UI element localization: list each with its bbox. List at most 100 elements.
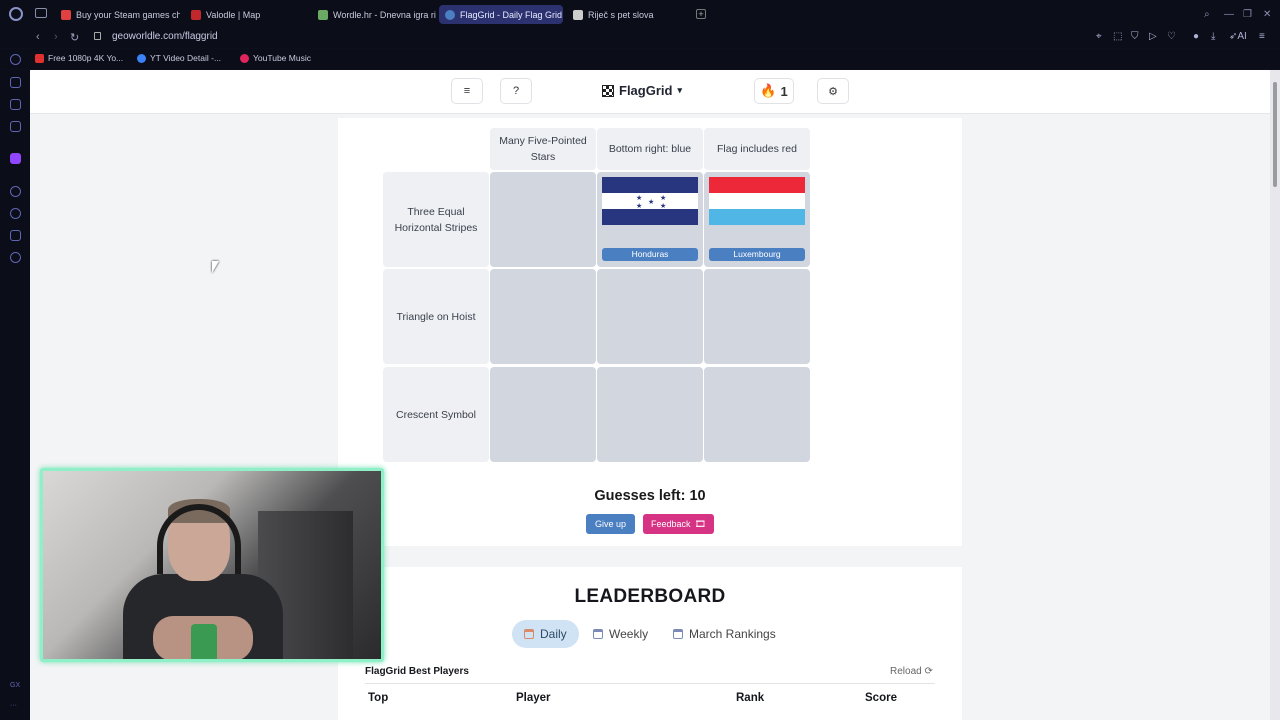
profile-icon[interactable]: ● <box>1193 31 1199 42</box>
guesses-left-label: Guesses left: 10 <box>594 488 706 504</box>
tab-march-rankings[interactable]: March Rankings <box>661 620 788 648</box>
sidebar-player-icon[interactable] <box>10 186 21 197</box>
sidebar-wallet-icon[interactable] <box>10 99 21 110</box>
tab-rijec[interactable]: Riječ s pet slova <box>567 5 691 24</box>
grid-cell-r1-c1[interactable] <box>490 172 596 267</box>
feedback-button[interactable]: Feedback 🎞 <box>643 514 714 534</box>
tab-title: Riječ s pet slova <box>588 9 654 20</box>
pin-icon[interactable]: ⌖ <box>1096 31 1102 42</box>
tab-valodle[interactable]: Valodle | Map <box>185 5 310 24</box>
streak-count: 1 <box>780 83 788 99</box>
search-icon[interactable]: ⌕ <box>1204 9 1210 20</box>
bookmark-youtube-music[interactable]: YouTube Music <box>240 53 311 63</box>
sidebar-settings-icon[interactable] <box>10 252 21 263</box>
sidebar-shop-icon[interactable] <box>10 77 21 88</box>
drink-can <box>191 624 217 659</box>
help-button[interactable]: ? <box>500 78 532 104</box>
grid-cell-r3-c3[interactable] <box>704 367 810 462</box>
row-header-three-stripes: Three Equal Horizontal Stripes <box>383 172 489 267</box>
steam-tab-icon <box>61 9 71 20</box>
grid-cell-r2-c2[interactable] <box>597 269 703 364</box>
leaderboard-panel: LEADERBOARD Daily Weekly March Rankings … <box>338 567 962 720</box>
svg-text:★: ★ <box>660 202 666 210</box>
answer-country-label: Honduras <box>602 248 698 261</box>
play-icon[interactable]: ▷ <box>1149 31 1157 42</box>
grid-cell-r1-c3[interactable]: Luxembourg <box>704 172 810 267</box>
url-field[interactable]: geoworldle.com/flaggrid <box>112 31 218 42</box>
give-up-button[interactable]: Give up <box>586 514 635 534</box>
grid-cell-r3-c1[interactable] <box>490 367 596 462</box>
row-header-triangle-hoist: Triangle on Hoist <box>383 269 489 364</box>
chevron-down-icon: ▾ <box>677 85 682 95</box>
valodle-tab-icon <box>191 9 201 20</box>
minimize-icon[interactable]: — <box>1224 9 1234 20</box>
divider <box>365 683 935 684</box>
bookmark-label: YT Video Detail -... <box>150 53 222 63</box>
bookmark-yt-video-detail[interactable]: YT Video Detail -... <box>137 53 221 63</box>
streak-badge[interactable]: 🔥 1 <box>754 78 794 104</box>
svg-text:★: ★ <box>636 194 642 202</box>
crop-icon[interactable]: ⬚ <box>1113 31 1122 42</box>
page-scrollbar[interactable] <box>1270 70 1280 720</box>
sidebar-refresh-icon[interactable] <box>10 54 21 65</box>
column-header-bottom-right-blue: Bottom right: blue <box>597 128 703 170</box>
download-icon[interactable]: ⤓ <box>1211 31 1215 42</box>
sidebar-messenger-icon[interactable] <box>10 121 21 132</box>
bookmark-icon <box>240 53 249 63</box>
rijec-tab-icon <box>573 9 583 20</box>
settings-button[interactable]: ⚙ <box>817 78 849 104</box>
tab-weekly[interactable]: Weekly <box>581 620 660 648</box>
tab-steam[interactable]: Buy your Steam games che <box>55 5 180 24</box>
ai-icon[interactable]: ➶AI <box>1229 31 1247 42</box>
reload-icon[interactable]: ↻ <box>70 31 79 44</box>
honduras-flag: ★ ★ ★ ★ ★ <box>602 177 698 225</box>
sidebar-gx-label[interactable]: GX <box>10 682 20 689</box>
calendar-icon <box>673 629 683 639</box>
tab-daily[interactable]: Daily <box>512 620 579 648</box>
sidebar-extensions-icon[interactable] <box>10 230 21 241</box>
mouse-cursor-icon <box>212 261 219 273</box>
opera-logo-icon[interactable] <box>9 7 23 21</box>
luxembourg-flag <box>709 177 805 225</box>
sidebar-more-icon[interactable]: ··· <box>10 702 17 709</box>
menu-icon[interactable]: ≡ <box>1259 31 1265 42</box>
grid-cell-r1-c2[interactable]: ★ ★ ★ ★ ★ Honduras <box>597 172 703 267</box>
bookmark-label: Free 1080p 4K Yo... <box>48 53 124 63</box>
reload-button[interactable]: Reload ⟳ <box>890 666 933 677</box>
heart-icon[interactable]: ♡ <box>1167 31 1176 42</box>
row-header-crescent: Crescent Symbol <box>383 367 489 462</box>
grid-cell-r2-c1[interactable] <box>490 269 596 364</box>
leaderboard-title: LEADERBOARD <box>574 586 726 607</box>
sidebar-history-icon[interactable] <box>10 208 21 219</box>
back-icon[interactable]: ‹ <box>36 31 40 43</box>
new-tab-button[interactable]: + <box>696 9 706 19</box>
column-header-stars: Many Five-Pointed Stars <box>490 128 596 170</box>
grid-cell-r3-c2[interactable] <box>597 367 703 462</box>
grid-cell-r2-c3[interactable] <box>704 269 810 364</box>
column-header-includes-red: Flag includes red <box>704 128 810 170</box>
webcam-person <box>123 496 283 659</box>
flaggrid-top-nav: ≡ ? FlagGrid ▾ 🔥 1 ⚙ <box>30 70 1270 114</box>
sidebar-twitch-icon[interactable] <box>10 153 21 164</box>
answer-country-label: Luxembourg <box>709 248 805 261</box>
forward-icon[interactable]: › <box>54 31 58 43</box>
flag-grid-panel: Many Five-Pointed Stars Bottom right: bl… <box>338 118 962 546</box>
column-header-player: Player <box>516 692 551 704</box>
help-icon: ? <box>512 85 520 97</box>
tab-title: FlagGrid - Daily Flag Grid <box>460 9 563 20</box>
close-icon[interactable]: ✕ <box>1263 9 1271 20</box>
shield-icon[interactable]: ⛉ <box>1131 31 1139 42</box>
bookmark-free-1080p[interactable]: Free 1080p 4K Yo... <box>35 53 123 63</box>
calendar-icon <box>593 629 603 639</box>
scrollbar-thumb[interactable] <box>1273 82 1277 187</box>
globe-tab-icon <box>445 9 455 20</box>
restore-icon[interactable]: ❐ <box>1243 9 1252 20</box>
ai-label: AI <box>1237 31 1247 42</box>
tab-controls-icon[interactable] <box>35 8 47 18</box>
menu-button[interactable]: ≡ <box>451 78 483 104</box>
tab-flaggrid[interactable]: FlagGrid - Daily Flag Grid <box>439 5 563 24</box>
game-selector[interactable]: FlagGrid ▾ <box>602 83 682 98</box>
svg-text:★: ★ <box>648 198 654 206</box>
wordle-tab-icon <box>318 9 328 20</box>
tab-wordle-hr[interactable]: Wordle.hr - Dnevna igra ri <box>312 5 436 24</box>
